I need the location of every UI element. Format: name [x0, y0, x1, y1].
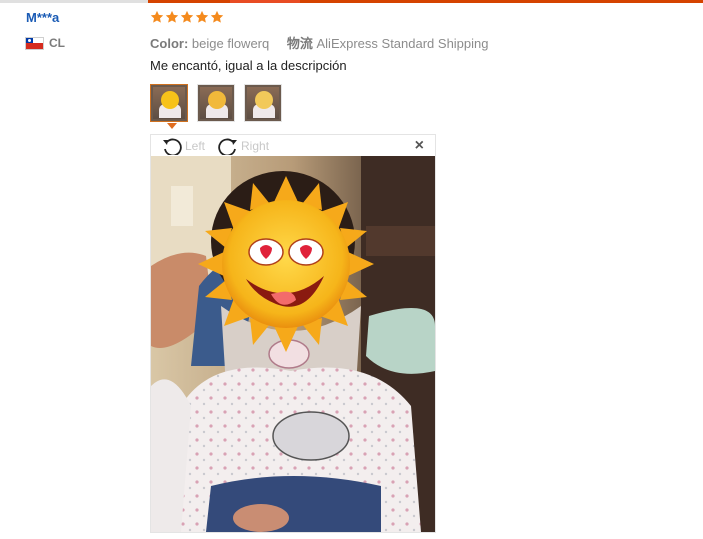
rotate-right-icon — [217, 137, 239, 155]
active-thumbnail-pointer — [167, 123, 177, 129]
star-icon — [210, 10, 224, 24]
photo-thumbnail-3[interactable] — [244, 84, 282, 122]
photo-thumbnail-2[interactable] — [197, 84, 235, 122]
close-icon[interactable]: × — [415, 137, 424, 155]
top-divider-accent-highlight — [230, 0, 300, 3]
star-icon — [150, 10, 164, 24]
rotate-left-label: Left — [185, 138, 206, 153]
buyer-name: M***a — [26, 10, 60, 25]
photo-thumbnail-1[interactable] — [150, 84, 188, 122]
viewer-toolbar: Left Right × — [151, 135, 435, 156]
top-divider — [0, 0, 703, 3]
review-photo — [151, 156, 435, 532]
flag-cl-icon — [25, 36, 44, 50]
photo-viewer: Left Right × — [150, 134, 436, 533]
rotate-left-button[interactable]: Left — [161, 137, 205, 155]
photo-thumbnails — [150, 84, 282, 122]
review-text: Me encantó, igual a la descripción — [150, 58, 347, 73]
country-code: CL — [49, 36, 65, 50]
order-attributes: Color: beige flowerq 物流 AliExpress Stand… — [150, 33, 489, 52]
star-icon — [165, 10, 179, 24]
color-label: Color: — [150, 36, 189, 51]
shipping-label: 物流 — [286, 36, 313, 51]
star-rating — [150, 10, 224, 24]
rotate-right-button[interactable]: Right — [217, 137, 269, 155]
rotate-right-label: Right — [241, 138, 270, 153]
shipping-value: AliExpress Standard Shipping — [316, 36, 489, 51]
color-value: beige flowerq — [191, 36, 270, 51]
rotate-left-icon — [161, 137, 183, 155]
buyer-country: CL — [25, 36, 65, 50]
star-icon — [195, 10, 209, 24]
star-icon — [180, 10, 194, 24]
